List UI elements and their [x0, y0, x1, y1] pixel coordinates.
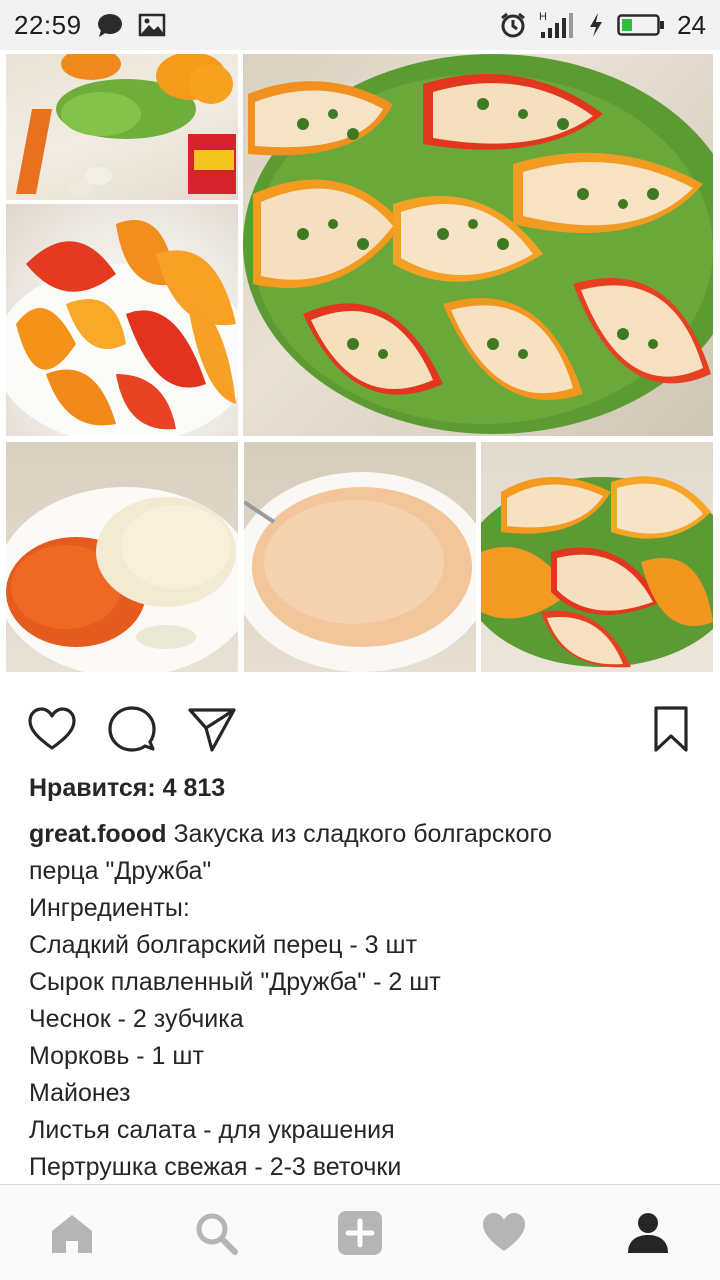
comment-icon: [108, 706, 156, 752]
save-button[interactable]: [646, 704, 698, 756]
stuffed-peppers-platter-photo: [243, 54, 713, 436]
caption-username[interactable]: great.foood: [29, 820, 167, 848]
alarm-icon: [501, 12, 526, 38]
caption-line: Ингредиенты:: [29, 894, 190, 922]
status-time: 22:59: [14, 9, 82, 40]
likes-count[interactable]: Нравится: 4 813: [29, 774, 225, 803]
caption-text: Закуска из сладкого болгарского: [173, 820, 552, 848]
finished-stuffed-peppers-photo: [481, 442, 713, 672]
heart-icon: [28, 707, 76, 750]
ingredients-vegetables-photo: [6, 54, 238, 200]
battery-percent: 24: [677, 9, 706, 40]
image-icon: [138, 13, 165, 37]
mixed-filling-photo: [244, 442, 476, 672]
caption-line: Морковь - 1 шт: [29, 1042, 204, 1070]
heart-icon: [483, 1213, 525, 1251]
caption-line: Чеснок - 2 зубчика: [29, 1005, 244, 1033]
nav-activity-button[interactable]: [480, 1209, 528, 1257]
caption-line: Майонез: [29, 1079, 131, 1107]
charging-icon: [590, 13, 603, 37]
bottom-navigation: [0, 1184, 720, 1280]
network-type-label: H: [539, 11, 547, 23]
post-caption: great.foood Закуска из сладкого болгарск…: [29, 816, 693, 1186]
nav-profile-button[interactable]: [624, 1209, 672, 1257]
caption-line: Пертрушка свежая - 2-3 веточки: [29, 1153, 402, 1181]
caption-line: Сладкий болгарский перец - 3 шт: [29, 931, 418, 959]
share-icon: [188, 708, 236, 752]
battery-icon: [617, 14, 665, 36]
post-image-collage[interactable]: [0, 50, 720, 678]
caption-line: Сырок плавленный "Дружба" - 2 шт: [29, 968, 441, 996]
status-bar: 22:59 H 24: [0, 0, 720, 50]
sliced-peppers-photo: [6, 204, 238, 436]
caption-first-line: great.foood Закуска из сладкого болгарск…: [29, 816, 693, 853]
home-icon: [52, 1215, 92, 1253]
search-icon: [196, 1213, 238, 1255]
grated-carrot-cheese-photo: [6, 442, 238, 672]
caption-line: перца "Дружба": [29, 857, 212, 885]
like-button[interactable]: [26, 704, 78, 756]
signal-icon: H: [539, 11, 574, 38]
nav-home-button[interactable]: [48, 1209, 96, 1257]
post-actions: [0, 690, 720, 770]
profile-icon: [628, 1213, 668, 1253]
caption-line: Листья салата - для украшения: [29, 1116, 395, 1144]
chat-bubble-icon: [97, 14, 122, 37]
instagram-post-screen: 22:59 H 24 Нравится: 4 813 great.foood З…: [0, 0, 720, 1280]
share-button[interactable]: [186, 704, 238, 756]
add-icon: [338, 1211, 382, 1255]
nav-search-button[interactable]: [192, 1209, 240, 1257]
nav-add-button[interactable]: [336, 1209, 384, 1257]
comment-button[interactable]: [106, 704, 158, 756]
bookmark-icon: [654, 706, 688, 752]
